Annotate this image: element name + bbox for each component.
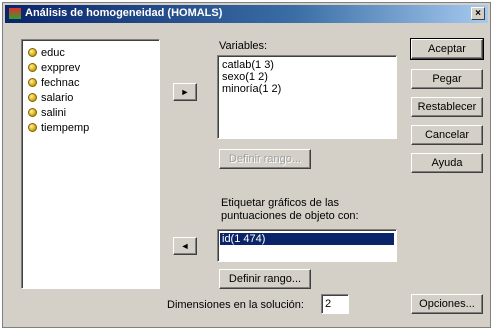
dimensions-input[interactable] <box>321 294 349 314</box>
move-to-variables-button[interactable]: ► <box>173 83 197 101</box>
help-label: Ayuda <box>431 157 463 169</box>
list-item[interactable]: tiempemp <box>28 121 89 134</box>
accept-label: Aceptar <box>428 43 466 55</box>
scale-variable-icon <box>28 63 37 72</box>
reset-button[interactable]: Restablecer <box>411 97 483 117</box>
list-item[interactable]: salini <box>28 106 66 119</box>
list-item-label: fechnac <box>41 76 80 89</box>
list-item[interactable]: minoría(1 2) <box>220 83 283 95</box>
list-item-label: educ <box>41 46 65 59</box>
list-item[interactable]: fechnac <box>28 76 80 89</box>
define-range-button-disabled[interactable]: Definir rango... <box>219 149 311 169</box>
help-button[interactable]: Ayuda <box>411 153 483 173</box>
define-range-label: Definir rango... <box>228 273 302 285</box>
app-icon <box>9 8 21 19</box>
define-range-button[interactable]: Definir rango... <box>219 269 311 289</box>
list-item-label: salini <box>41 106 67 119</box>
object-labels-list[interactable]: id(1 474) <box>217 229 397 262</box>
close-icon: × <box>475 8 481 19</box>
arrow-right-icon: ► <box>180 87 190 97</box>
close-button[interactable]: × <box>471 7 485 20</box>
object-labels-label-line2: puntuaciones de objeto con: <box>221 210 359 222</box>
reset-label: Restablecer <box>417 101 477 113</box>
title-bar[interactable]: Análisis de homogeneidad (HOMALS) × <box>5 5 488 23</box>
list-item-label: tiempemp <box>41 121 90 134</box>
scale-variable-icon <box>28 48 37 57</box>
list-item-label: salario <box>41 91 74 104</box>
list-item[interactable]: expprev <box>28 61 80 74</box>
list-item[interactable]: salario <box>28 91 73 104</box>
move-to-object-labels-button[interactable]: ◄ <box>173 237 197 255</box>
variables-label: Variables: <box>219 40 268 52</box>
source-variable-list[interactable]: educ expprev fechnac salario salini tiem… <box>21 39 160 289</box>
scale-variable-icon <box>28 108 37 117</box>
define-range-label: Definir rango... <box>228 153 302 165</box>
list-item-label: expprev <box>41 61 81 74</box>
scale-variable-icon <box>28 123 37 132</box>
homals-dialog: Análisis de homogeneidad (HOMALS) × educ… <box>2 2 491 328</box>
list-item[interactable]: id(1 474) <box>220 233 394 245</box>
scale-variable-icon <box>28 93 37 102</box>
options-button[interactable]: Opciones... <box>411 294 483 314</box>
object-labels-label-line1: Etiquetar gráficos de las <box>221 197 340 209</box>
paste-label: Pegar <box>432 73 462 85</box>
window-title: Análisis de homogeneidad (HOMALS) <box>25 7 223 19</box>
arrow-left-icon: ◄ <box>180 241 190 251</box>
scale-variable-icon <box>28 78 37 87</box>
accept-button[interactable]: Aceptar <box>410 38 484 60</box>
list-item[interactable]: educ <box>28 46 65 59</box>
cancel-label: Cancelar <box>424 129 470 141</box>
cancel-button[interactable]: Cancelar <box>411 125 483 145</box>
variables-list[interactable]: catlab(1 3) sexo(1 2) minoría(1 2) <box>217 55 397 139</box>
options-label: Opciones... <box>419 298 475 310</box>
list-item[interactable]: sexo(1 2) <box>220 71 270 83</box>
dimensions-label: Dimensiones en la solución: <box>167 299 304 311</box>
list-item[interactable]: catlab(1 3) <box>220 59 276 71</box>
paste-button[interactable]: Pegar <box>411 69 483 89</box>
